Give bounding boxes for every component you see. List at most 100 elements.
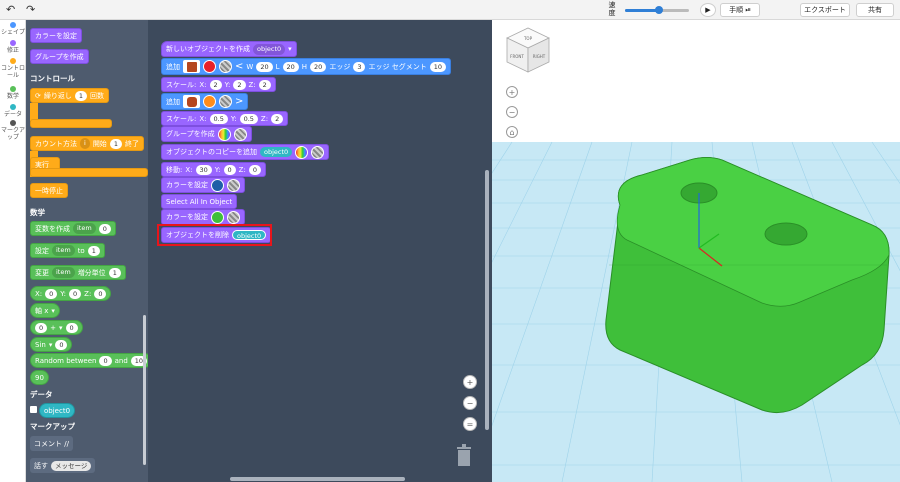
z-input[interactable]: 0 xyxy=(94,288,107,299)
slider-knob[interactable] xyxy=(655,6,663,14)
sin-block[interactable]: Sin ▾ 0 xyxy=(30,337,73,352)
category-data[interactable]: データ xyxy=(0,104,26,118)
rainbow-swatch[interactable] xyxy=(295,145,309,159)
width-input[interactable]: 20 xyxy=(256,61,273,72)
height-input[interactable]: 20 xyxy=(310,61,327,72)
operator-dropdown[interactable]: + xyxy=(50,324,56,332)
add-cylinder-block[interactable]: 追加 > xyxy=(161,93,249,110)
color-swatch[interactable] xyxy=(211,210,224,224)
set-color-block[interactable]: カラーを設定 xyxy=(30,28,82,43)
object-var-reference[interactable]: object0 xyxy=(260,147,293,157)
variable-dropdown[interactable]: item xyxy=(52,267,75,278)
scale-z-input[interactable]: 2 xyxy=(271,113,284,124)
scale-y-input[interactable]: 0.5 xyxy=(239,113,258,124)
count-start-input[interactable]: 1 xyxy=(109,138,122,149)
zoom-out-icon[interactable]: − xyxy=(463,396,477,410)
reset-zoom-icon[interactable]: = xyxy=(463,417,477,431)
share-button[interactable]: 共有 xyxy=(856,3,894,17)
zoom-out-icon[interactable]: − xyxy=(506,106,518,118)
set-color-block-2[interactable]: カラーを設定 xyxy=(161,209,245,225)
set-color-block[interactable]: カラーを設定 xyxy=(161,177,245,193)
play-button[interactable]: ▶ xyxy=(700,3,716,17)
home-icon[interactable]: ⌂ xyxy=(506,126,518,138)
3d-viewport[interactable]: TOP FRONT RIGHT + − ⌂ xyxy=(492,20,900,482)
create-group-block[interactable]: グループを作成 xyxy=(161,126,252,142)
select-all-block[interactable]: Select All In Object xyxy=(161,194,238,209)
create-variable-block[interactable]: 変数を作成 item 0 xyxy=(30,221,116,236)
message-input[interactable]: メッセージ xyxy=(51,460,92,471)
count-var-dropdown[interactable]: i xyxy=(80,138,90,149)
scale-x-input[interactable]: 2 xyxy=(209,79,222,90)
scale-block-2[interactable]: スケール: X: 0.5 Y: 0.5 Z: 2 xyxy=(161,111,289,126)
category-control[interactable]: コントロール xyxy=(0,58,26,79)
edge-segment-input[interactable]: 10 xyxy=(429,61,446,72)
category-markup[interactable]: マークアップ xyxy=(0,120,26,141)
move-block[interactable]: 移動: X: 30 Y: 0 Z: 0 xyxy=(161,162,266,177)
add-box-block[interactable]: 追加 < W 20 L 20 H 20 エッジ 3 エッジ セグメント 10 xyxy=(161,58,451,75)
category-modify[interactable]: 修正 xyxy=(0,40,26,54)
x-input[interactable]: 0 xyxy=(45,288,58,299)
color-swatch[interactable] xyxy=(211,178,224,192)
scale-y-input[interactable]: 2 xyxy=(233,79,246,90)
workspace-scrollbar-horizontal[interactable] xyxy=(230,477,405,481)
trash-icon[interactable] xyxy=(456,444,472,466)
chevron-right-icon[interactable]: > xyxy=(235,96,243,107)
material-swatch[interactable] xyxy=(233,127,247,141)
repeat-count-input[interactable]: 1 xyxy=(74,90,88,101)
variable-checkbox[interactable] xyxy=(30,406,37,413)
workspace-scrollbar-vertical[interactable] xyxy=(485,170,489,430)
say-block[interactable]: 話す メッセージ xyxy=(30,458,96,473)
length-input[interactable]: 20 xyxy=(282,61,299,72)
arithmetic-block[interactable]: 0 + ▾ 0 xyxy=(30,320,83,335)
number-block[interactable]: 90 xyxy=(30,370,49,385)
pause-block[interactable]: 一時停止 xyxy=(30,183,68,198)
random-min-input[interactable]: 0 xyxy=(99,355,112,366)
color-swatch[interactable] xyxy=(203,95,216,108)
zoom-in-icon[interactable]: + xyxy=(463,375,477,389)
scale-z-input[interactable]: 2 xyxy=(258,79,271,90)
set-value-input[interactable]: 1 xyxy=(87,245,100,256)
comment-block[interactable]: コメント // xyxy=(30,436,73,451)
edge-input[interactable]: 3 xyxy=(353,61,366,72)
material-swatch[interactable] xyxy=(227,178,240,192)
move-y-input[interactable]: 0 xyxy=(223,164,236,175)
zoom-in-icon[interactable]: + xyxy=(506,86,518,98)
add-copy-block[interactable]: オブジェクトのコピーを追加 object0 xyxy=(161,144,330,160)
flyout-scrollbar[interactable] xyxy=(143,315,146,465)
operand-b-input[interactable]: 0 xyxy=(65,322,78,333)
variable-value-input[interactable]: 0 xyxy=(98,223,111,234)
speed-slider[interactable] xyxy=(625,6,689,14)
export-button[interactable]: エクスポート xyxy=(800,3,850,17)
move-z-input[interactable]: 0 xyxy=(248,164,261,175)
axis-dropdown[interactable]: 軸 x xyxy=(35,306,48,316)
material-swatch[interactable] xyxy=(227,210,240,224)
category-shapes[interactable]: シェイプ xyxy=(0,22,26,36)
view-cube[interactable]: TOP FRONT RIGHT xyxy=(506,27,550,73)
scale-x-input[interactable]: 0.5 xyxy=(209,113,228,124)
category-math[interactable]: 数学 xyxy=(0,86,26,100)
chevron-left-icon[interactable]: < xyxy=(235,61,243,72)
change-variable-block[interactable]: 変更 item 増分単位 1 xyxy=(30,265,126,280)
sin-input[interactable]: 0 xyxy=(55,339,68,350)
object-variable-block[interactable]: object0 xyxy=(39,403,76,418)
axis-block[interactable]: 軸 x ▾ xyxy=(30,303,60,318)
create-group-block[interactable]: グループを作成 xyxy=(30,49,89,64)
undo-icon[interactable]: ↶ xyxy=(6,3,15,16)
move-x-input[interactable]: 30 xyxy=(195,164,212,175)
material-swatch[interactable] xyxy=(219,60,232,73)
new-object-block[interactable]: 新しいオブジェクトを作成 object0 ▾ xyxy=(161,41,297,57)
xyz-block[interactable]: X: 0 Y: 0 Z: 0 xyxy=(30,286,112,301)
variable-dropdown[interactable]: item xyxy=(73,223,96,234)
set-variable-block[interactable]: 設定 item to 1 xyxy=(30,243,105,258)
count-with-block[interactable]: カウント方法 i 開始 1 終了 xyxy=(30,136,144,151)
rainbow-swatch[interactable] xyxy=(217,127,231,141)
object-var-dropdown[interactable]: object0 xyxy=(253,43,286,55)
repeat-block[interactable]: ⟳ 繰り返し 1 回数 xyxy=(30,88,110,103)
random-block[interactable]: Random between 0 and 10 xyxy=(30,353,153,368)
material-swatch[interactable] xyxy=(311,145,325,159)
function-dropdown[interactable]: Sin xyxy=(35,341,46,349)
material-swatch[interactable] xyxy=(219,95,232,108)
scale-block[interactable]: スケール: X: 2 Y: 2 Z: 2 xyxy=(161,77,276,92)
operand-a-input[interactable]: 0 xyxy=(35,322,48,333)
color-swatch[interactable] xyxy=(203,60,216,73)
